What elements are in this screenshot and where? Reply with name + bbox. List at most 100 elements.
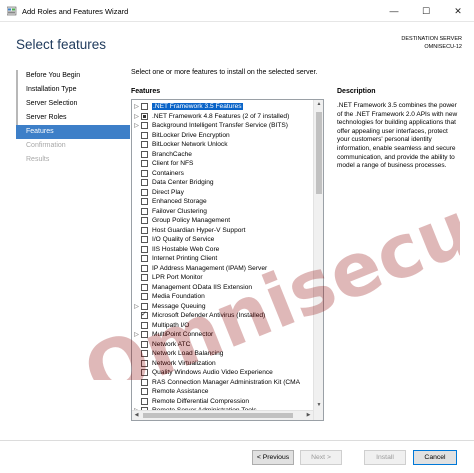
feature-row[interactable]: Network Load Balancing — [132, 349, 313, 359]
feature-checkbox[interactable] — [141, 245, 148, 253]
minimize-button[interactable]: — — [378, 0, 410, 22]
feature-checkbox[interactable] — [141, 378, 148, 386]
feature-row[interactable]: Host Guardian Hyper-V Support — [132, 226, 313, 236]
feature-row[interactable]: Management OData IIS Extension — [132, 283, 313, 293]
feature-label[interactable]: IIS Hostable Web Core — [152, 246, 219, 253]
expand-arrow-icon[interactable]: ▷ — [132, 331, 141, 338]
feature-checkbox[interactable] — [141, 283, 148, 291]
feature-row[interactable]: ▷ .NET Framework 3.5 Features — [132, 102, 313, 112]
feature-label[interactable]: Enhanced Storage — [152, 198, 207, 205]
feature-label[interactable]: LPR Port Monitor — [152, 274, 203, 281]
feature-label[interactable]: Containers — [152, 170, 184, 177]
feature-label[interactable]: Media Foundation — [152, 293, 205, 300]
feature-row[interactable]: BranchCache — [132, 150, 313, 160]
scroll-down-arrow-icon[interactable]: ▼ — [314, 401, 323, 410]
feature-checkbox[interactable] — [141, 388, 148, 396]
feature-checkbox[interactable] — [141, 350, 148, 358]
feature-checkbox[interactable] — [141, 331, 148, 339]
feature-row[interactable]: Client for NFS — [132, 159, 313, 169]
feature-row[interactable]: Direct Play — [132, 188, 313, 198]
feature-checkbox[interactable] — [141, 397, 148, 405]
feature-label[interactable]: MultiPoint Connector — [152, 331, 213, 338]
feature-label[interactable]: .NET Framework 3.5 Features — [152, 103, 243, 111]
feature-label[interactable]: Host Guardian Hyper-V Support — [152, 227, 245, 234]
feature-checkbox[interactable] — [141, 217, 148, 225]
expand-arrow-icon[interactable]: ▷ — [132, 303, 141, 310]
feature-checkbox[interactable] — [141, 160, 148, 168]
feature-label[interactable]: Data Center Bridging — [152, 179, 214, 186]
feature-checkbox[interactable] — [141, 236, 148, 244]
feature-checkbox[interactable] — [141, 122, 148, 130]
feature-row[interactable]: Failover Clustering — [132, 207, 313, 217]
scroll-right-arrow-icon[interactable]: ▶ — [304, 411, 313, 420]
feature-row[interactable]: IP Address Management (IPAM) Server — [132, 264, 313, 274]
feature-checkbox[interactable] — [141, 188, 148, 196]
feature-row[interactable]: ▷ .NET Framework 4.8 Features (2 of 7 ins… — [132, 112, 313, 122]
nav-item-before-you-begin[interactable]: Before You Begin — [16, 69, 130, 83]
feature-row[interactable]: Internet Printing Client — [132, 254, 313, 264]
feature-row[interactable]: Network Virtualization — [132, 359, 313, 369]
feature-label[interactable]: Network Load Balancing — [152, 350, 223, 357]
feature-label[interactable]: Remote Differential Compression — [152, 398, 249, 405]
feature-checkbox[interactable] — [141, 310, 148, 320]
feature-checkbox[interactable] — [141, 131, 148, 139]
feature-label[interactable]: BranchCache — [152, 151, 192, 158]
previous-button[interactable]: < Previous — [252, 450, 294, 465]
feature-checkbox[interactable] — [141, 112, 148, 120]
cancel-button[interactable]: Cancel — [413, 450, 457, 465]
feature-label[interactable]: Management OData IIS Extension — [152, 284, 252, 291]
feature-label[interactable]: Group Policy Management — [152, 217, 230, 224]
feature-checkbox[interactable] — [141, 207, 148, 215]
feature-checkbox[interactable] — [141, 293, 148, 301]
feature-row[interactable]: I/O Quality of Service — [132, 235, 313, 245]
feature-row[interactable]: Media Foundation — [132, 292, 313, 302]
feature-checkbox[interactable] — [141, 150, 148, 158]
expand-arrow-icon[interactable]: ▷ — [132, 113, 141, 120]
horizontal-scrollbar[interactable]: ◀ ▶ — [132, 410, 313, 420]
feature-checkbox[interactable] — [141, 141, 148, 149]
horizontal-scroll-thumb[interactable] — [143, 413, 293, 418]
feature-checkbox[interactable] — [141, 169, 148, 177]
feature-label[interactable]: Remote Assistance — [152, 388, 208, 395]
scroll-left-arrow-icon[interactable]: ◀ — [132, 411, 141, 420]
feature-label[interactable]: RAS Connection Manager Administration Ki… — [152, 379, 300, 386]
feature-row[interactable]: Microsoft Defender Antivirus (Installed) — [132, 310, 313, 321]
feature-row[interactable]: LPR Port Monitor — [132, 273, 313, 283]
feature-label[interactable]: Background Intelligent Transfer Service … — [152, 122, 288, 129]
feature-checkbox[interactable] — [141, 255, 148, 263]
feature-label[interactable]: Network Virtualization — [152, 360, 216, 367]
feature-label[interactable]: .NET Framework 4.8 Features (2 of 7 inst… — [152, 113, 289, 120]
expand-arrow-icon[interactable]: ▷ — [132, 122, 141, 129]
feature-row[interactable]: Multipath I/O — [132, 321, 313, 331]
feature-row[interactable]: IIS Hostable Web Core — [132, 245, 313, 255]
feature-label[interactable]: Multipath I/O — [152, 322, 189, 329]
feature-row[interactable]: Enhanced Storage — [132, 197, 313, 207]
vertical-scroll-thumb[interactable] — [316, 112, 322, 194]
nav-item-server-roles[interactable]: Server Roles — [16, 111, 130, 125]
feature-checkbox[interactable] — [141, 264, 148, 272]
feature-checkbox[interactable] — [141, 369, 148, 377]
feature-row[interactable]: Quality Windows Audio Video Experience — [132, 368, 313, 378]
feature-row[interactable]: Network ATC — [132, 340, 313, 350]
feature-checkbox[interactable] — [141, 340, 148, 348]
nav-item-installation-type[interactable]: Installation Type — [16, 83, 130, 97]
feature-label[interactable]: IP Address Management (IPAM) Server — [152, 265, 267, 272]
feature-checkbox[interactable] — [141, 359, 148, 367]
feature-label[interactable]: I/O Quality of Service — [152, 236, 214, 243]
feature-row[interactable]: ▷ Background Intelligent Transfer Service… — [132, 121, 313, 131]
feature-row[interactable]: RAS Connection Manager Administration Ki… — [132, 378, 313, 388]
expand-arrow-icon[interactable]: ▷ — [132, 103, 141, 110]
feature-checkbox[interactable] — [141, 179, 148, 187]
feature-label[interactable]: BitLocker Drive Encryption — [152, 132, 230, 139]
feature-label[interactable]: Failover Clustering — [152, 208, 207, 215]
feature-label[interactable]: Internet Printing Client — [152, 255, 217, 262]
vertical-scrollbar[interactable]: ▲ ▼ — [313, 100, 323, 420]
feature-row[interactable]: ▷ Message Queuing — [132, 302, 313, 312]
feature-row[interactable]: ▷ MultiPoint Connector — [132, 330, 313, 340]
feature-checkbox[interactable] — [141, 274, 148, 282]
feature-row[interactable]: Data Center Bridging — [132, 178, 313, 188]
feature-row[interactable]: Containers — [132, 169, 313, 179]
feature-row[interactable]: Remote Differential Compression — [132, 397, 313, 407]
feature-row[interactable]: Remote Assistance — [132, 387, 313, 397]
feature-checkbox[interactable] — [141, 198, 148, 206]
